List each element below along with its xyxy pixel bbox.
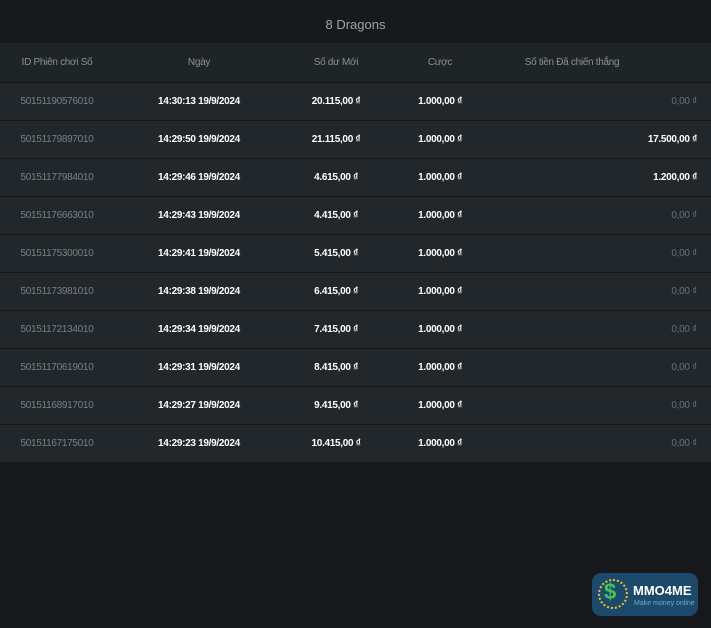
page-title: 8 Dragons [0, 0, 711, 43]
bet: 1.000,00 ₫ [388, 234, 492, 273]
session-id: 50151172134010 [0, 310, 114, 349]
session-id: 50151190576010 [0, 82, 114, 121]
bet: 1.000,00 ₫ [388, 424, 492, 463]
date: 14:29:31 19/9/2024 [114, 348, 284, 387]
win-amount: 0,00 ₫ [492, 386, 711, 425]
bet: 1.000,00 ₫ [388, 386, 492, 425]
col-header-id[interactable]: ID Phiên chơi Số [0, 43, 114, 83]
date: 14:30:13 19/9/2024 [114, 82, 284, 121]
col-header-date[interactable]: Ngày [114, 43, 284, 83]
bet: 1.000,00 ₫ [388, 82, 492, 121]
win-amount: 0,00 ₫ [492, 82, 711, 121]
new-balance: 10.415,00 ₫ [284, 424, 388, 463]
win-amount: 0,00 ₫ [492, 310, 711, 349]
win-amount: 0,00 ₫ [492, 272, 711, 311]
date: 14:29:43 19/9/2024 [114, 196, 284, 235]
table-row[interactable]: 50151179897010 14:29:50 19/9/2024 21.115,0… [0, 120, 711, 159]
table-row[interactable]: 50151176663010 14:29:43 19/9/2024 4.415,00… [0, 196, 711, 235]
bet: 1.000,00 ₫ [388, 310, 492, 349]
table-row[interactable]: 50151168917010 14:29:27 19/9/2024 9.415,00… [0, 386, 711, 425]
date: 14:29:50 19/9/2024 [114, 120, 284, 159]
new-balance: 6.415,00 ₫ [284, 272, 388, 311]
date: 14:29:23 19/9/2024 [114, 424, 284, 463]
date: 14:29:27 19/9/2024 [114, 386, 284, 425]
dollar-icon: $ [604, 579, 617, 604]
col-header-win[interactable]: Số tiền Đã chiến thắng [492, 43, 711, 83]
mmo4me-watermark-logo: $ MMO4ME Make money online [592, 573, 698, 616]
session-id: 50151168917010 [0, 386, 114, 425]
win-amount: 17.500,00 ₫ [492, 120, 711, 159]
date: 14:29:38 19/9/2024 [114, 272, 284, 311]
table-row[interactable]: 50151172134010 14:29:34 19/9/2024 7.415,00… [0, 310, 711, 349]
new-balance: 8.415,00 ₫ [284, 348, 388, 387]
date: 14:29:46 19/9/2024 [114, 158, 284, 197]
bet: 1.000,00 ₫ [388, 348, 492, 387]
bet: 1.000,00 ₫ [388, 120, 492, 159]
session-id: 50151176663010 [0, 196, 114, 235]
history-table: ID Phiên chơi Số Ngày Số dư Mới Cược Số … [0, 43, 711, 463]
table-row[interactable]: 50151175300010 14:29:41 19/9/2024 5.415,00… [0, 234, 711, 273]
win-amount: 0,00 ₫ [492, 424, 711, 463]
new-balance: 4.615,00 ₫ [284, 158, 388, 197]
new-balance: 4.415,00 ₫ [284, 196, 388, 235]
new-balance: 20.115,00 ₫ [284, 82, 388, 121]
bet: 1.000,00 ₫ [388, 196, 492, 235]
session-id: 50151175300010 [0, 234, 114, 273]
table-row[interactable]: 50151167175010 14:29:23 19/9/2024 10.415,0… [0, 424, 711, 463]
logo-tagline: Make money online [634, 600, 695, 607]
table-header: ID Phiên chơi Số Ngày Số dư Mới Cược Số … [0, 43, 711, 83]
session-id: 50151167175010 [0, 424, 114, 463]
table-row[interactable]: 50151173981010 14:29:38 19/9/2024 6.415,00… [0, 272, 711, 311]
bet: 1.000,00 ₫ [388, 158, 492, 197]
win-amount: 0,00 ₫ [492, 196, 711, 235]
new-balance: 21.115,00 ₫ [284, 120, 388, 159]
date: 14:29:41 19/9/2024 [114, 234, 284, 273]
new-balance: 5.415,00 ₫ [284, 234, 388, 273]
col-header-balance[interactable]: Số dư Mới [284, 43, 388, 83]
table-row[interactable]: 50151177984010 14:29:46 19/9/2024 4.615,00… [0, 158, 711, 197]
win-amount: 1.200,00 ₫ [492, 158, 711, 197]
new-balance: 7.415,00 ₫ [284, 310, 388, 349]
session-id: 50151170619010 [0, 348, 114, 387]
logo-name: MMO4ME [633, 583, 692, 598]
new-balance: 9.415,00 ₫ [284, 386, 388, 425]
date: 14:29:34 19/9/2024 [114, 310, 284, 349]
table-row[interactable]: 50151170619010 14:29:31 19/9/2024 8.415,00… [0, 348, 711, 387]
session-id: 50151173981010 [0, 272, 114, 311]
session-id: 50151177984010 [0, 158, 114, 197]
table-row[interactable]: 50151190576010 14:30:13 19/9/2024 20.115,0… [0, 82, 711, 121]
win-amount: 0,00 ₫ [492, 234, 711, 273]
session-id: 50151179897010 [0, 120, 114, 159]
col-header-bet[interactable]: Cược [388, 43, 492, 83]
bet: 1.000,00 ₫ [388, 272, 492, 311]
win-amount: 0,00 ₫ [492, 348, 711, 387]
